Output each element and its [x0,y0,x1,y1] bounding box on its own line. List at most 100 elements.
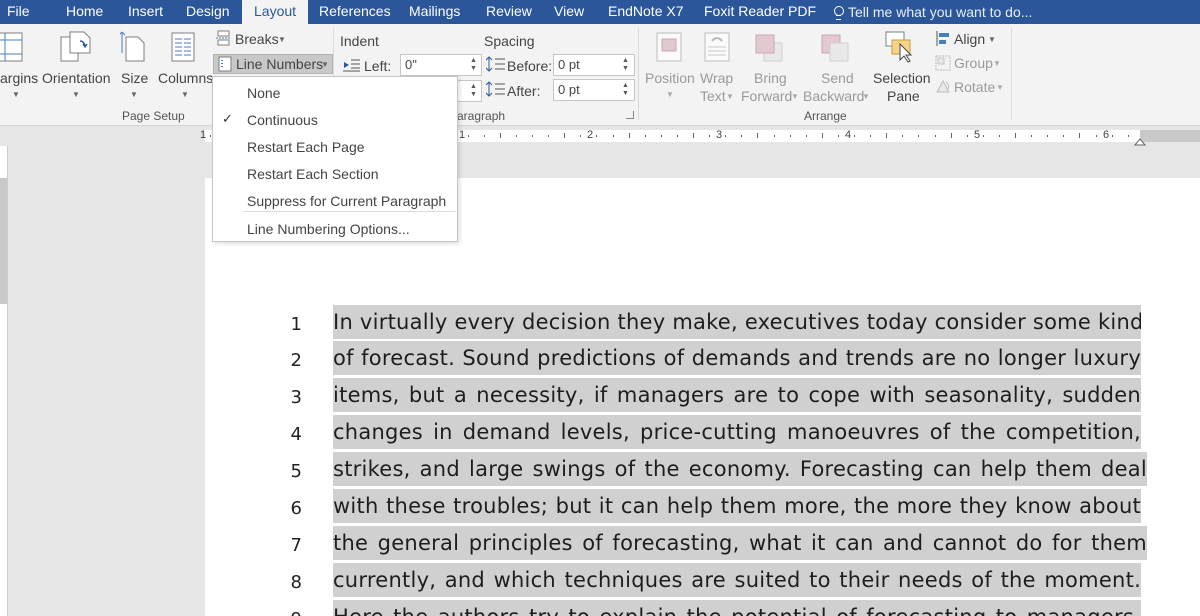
ruler-tick [790,135,791,137]
menu-separator [243,211,455,212]
right-indent-marker-icon[interactable] [1134,137,1146,146]
selection-pane-button-line2: Pane [887,88,920,104]
ruler-tick [709,135,710,137]
line-number: 7 [290,535,302,556]
menu-item-suppress-current-paragraph[interactable]: Suppress for Current Paragraph [247,193,446,209]
spinner-arrows-icon[interactable]: ▲ ▼ [470,83,477,99]
tab-insert[interactable]: Insert [128,0,163,24]
document-line[interactable]: items, but a necessity, if managers are … [333,378,1141,412]
indent-right-input[interactable] [456,80,482,102]
indent-left-label: Left: [364,58,392,74]
paragraph-dialog-launcher[interactable] [626,111,634,119]
document-line[interactable]: changes in demand levels, price-cutting … [333,415,1141,449]
ruler-tick [983,135,984,137]
bring-forward-button[interactable]: Bring [754,70,787,86]
ruler-tick [838,135,839,137]
chevron-down-icon: ▼ [72,90,80,99]
document-line[interactable]: with these troubles; but it can help the… [333,489,1141,523]
menu-item-continuous[interactable]: Continuous [247,112,318,128]
ruler-tick [1112,135,1113,137]
tell-me-search[interactable]: Tell me what you want to do... [833,0,1032,24]
document-line[interactable]: strikes, and large swings of the economy… [333,452,1147,486]
document-line[interactable]: In virtually every decision they make, e… [333,305,1141,339]
wrap-text-button[interactable]: Wrap [700,70,733,86]
tab-endnote[interactable]: EndNote X7 [608,0,684,24]
tab-layout[interactable]: Layout [242,0,309,24]
align-button[interactable]: Align [954,31,985,47]
ruler-number: 5 [974,129,981,141]
ruler-tick [757,133,758,138]
document-line[interactable]: of forecast. Sound predictions of demand… [333,341,1141,375]
ruler-tick [500,133,501,138]
tab-review[interactable]: Review [486,0,532,24]
group-icon [935,55,951,71]
wrap-text-icon [704,32,730,62]
menu-item-restart-each-section[interactable]: Restart Each Section [247,166,379,182]
menu-item-line-numbering-options[interactable]: Line Numbering Options... [247,221,410,237]
ruler-tick [806,135,807,137]
line-number: 9 [262,609,302,616]
line-number: 3 [290,387,302,408]
ruler-tick [967,135,968,137]
tab-design[interactable]: Design [186,0,230,24]
ruler-tick [693,133,694,138]
ruler-tick [1063,135,1064,137]
tab-references[interactable]: References [319,0,391,24]
tab-mailings[interactable]: Mailings [409,0,460,24]
chevron-down-icon: ▼ [181,90,189,99]
ruler-tick [468,135,469,137]
send-backward-icon [821,34,849,62]
chevron-down-icon: ▼ [12,90,20,99]
ruler-tick [918,135,919,137]
tab-file[interactable]: File [7,0,30,24]
line-number: 1 [290,314,302,335]
ruler-tick [886,133,887,138]
selection-pane-icon [885,31,913,63]
ribbon-tab-bar: File Home Insert Design Layout Reference… [0,0,1200,24]
breaks-icon [216,30,231,46]
breaks-button[interactable]: Breaks [235,31,279,47]
margins-button[interactable]: argins [0,70,38,86]
tab-home[interactable]: Home [66,0,103,24]
arrange-group-label: Arrange [804,109,847,123]
size-button[interactable]: Size [121,70,148,86]
document-line[interactable]: currently, and which techniques are suit… [333,563,1141,597]
ruler-tick [580,135,581,137]
line-number: 6 [290,498,302,519]
document-line[interactable]: Here the authors try to explain the pote… [333,600,1141,616]
document-line[interactable]: the general principles of forecasting, w… [333,526,1147,560]
rotate-button[interactable]: Rotate [954,79,995,95]
line-numbers-label: Line Numbers [236,56,324,72]
ruler-tick [548,135,549,137]
chevron-down-icon: ▼ [726,92,734,101]
tab-view[interactable]: View [554,0,584,24]
menu-item-restart-each-page[interactable]: Restart Each Page [247,139,365,155]
menu-item-none[interactable]: None [247,85,280,101]
spinner-arrows-icon[interactable]: ▲ ▼ [470,57,477,73]
position-button[interactable]: Position [645,70,695,86]
indent-label: Indent [340,33,379,49]
spacing-before-icon [486,56,505,72]
columns-button[interactable]: Columns [158,70,213,86]
ruler-tick [629,133,630,138]
tab-foxit-reader-pdf[interactable]: Foxit Reader PDF [704,0,816,24]
ruler-tick [741,135,742,137]
ruler-tick [1079,133,1080,138]
line-number: 4 [290,424,302,445]
selection-pane-button[interactable]: Selection [873,70,931,86]
send-backward-button[interactable]: Send [821,70,854,86]
spinner-arrows-icon[interactable]: ▲ ▼ [622,82,629,98]
group-button[interactable]: Group [954,55,993,71]
ruler-number: 2 [587,129,594,141]
ribbon: argins ▼ Orientation ▼ Size ▼ Columns ▼ … [0,24,1200,126]
chevron-down-icon: ▼ [791,92,799,101]
ruler-tick [774,135,775,137]
line-numbers-icon [218,56,232,72]
orientation-button[interactable]: Orientation [42,70,110,86]
rotate-icon [936,79,950,93]
ruler-tick [822,133,823,138]
chevron-down-icon: ▼ [321,60,329,69]
spinner-arrows-icon[interactable]: ▲ ▼ [622,57,629,73]
chevron-down-icon: ▼ [278,35,286,44]
ruler-right-margin [1140,130,1200,142]
